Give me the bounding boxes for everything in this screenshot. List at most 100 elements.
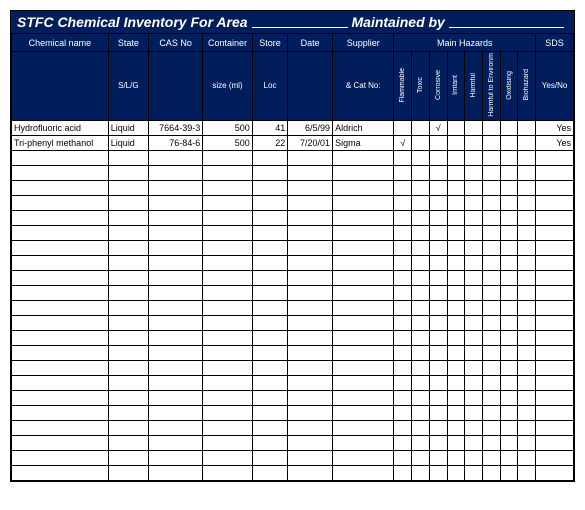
cell-sds xyxy=(536,375,574,390)
title-left: STFC Chemical Inventory For Area xyxy=(17,14,248,30)
cell-haz-1 xyxy=(412,330,430,345)
cell-size: 500 xyxy=(203,120,253,135)
cell-haz-0 xyxy=(394,390,412,405)
cell-haz-7 xyxy=(518,255,536,270)
cell-haz-2 xyxy=(429,165,447,180)
cell-date xyxy=(288,390,333,405)
cell-haz-7 xyxy=(518,390,536,405)
hdr2-haz-4: Harmful xyxy=(465,52,483,121)
cell-supplier xyxy=(333,255,394,270)
cell-haz-7 xyxy=(518,330,536,345)
cell-haz-6 xyxy=(500,315,518,330)
cell-haz-4 xyxy=(465,255,483,270)
cell-name xyxy=(12,195,109,210)
cell-haz-3 xyxy=(447,255,465,270)
cell-haz-3 xyxy=(447,345,465,360)
cell-haz-0 xyxy=(394,255,412,270)
hdr2-state: S/L/G xyxy=(108,52,148,121)
cell-haz-6 xyxy=(500,375,518,390)
cell-cas xyxy=(148,450,202,465)
cell-haz-7 xyxy=(518,345,536,360)
cell-date xyxy=(288,255,333,270)
cell-haz-3 xyxy=(447,285,465,300)
cell-size xyxy=(203,240,253,255)
title-bar: STFC Chemical Inventory For Area Maintai… xyxy=(11,11,574,33)
cell-cas xyxy=(148,345,202,360)
cell-date xyxy=(288,285,333,300)
cell-haz-1 xyxy=(412,345,430,360)
cell-loc xyxy=(252,345,287,360)
hdr-supplier: Supplier xyxy=(333,34,394,52)
cell-haz-3 xyxy=(447,225,465,240)
table-row xyxy=(12,435,574,450)
cell-sds xyxy=(536,435,574,450)
table-row xyxy=(12,150,574,165)
cell-size xyxy=(203,165,253,180)
cell-haz-2 xyxy=(429,450,447,465)
cell-haz-7 xyxy=(518,165,536,180)
cell-haz-0 xyxy=(394,120,412,135)
cell-haz-0 xyxy=(394,420,412,435)
cell-state xyxy=(108,375,148,390)
table-row xyxy=(12,180,574,195)
cell-state xyxy=(108,345,148,360)
cell-haz-0 xyxy=(394,375,412,390)
cell-supplier xyxy=(333,360,394,375)
cell-sds xyxy=(536,360,574,375)
cell-state xyxy=(108,165,148,180)
cell-name xyxy=(12,300,109,315)
cell-haz-4 xyxy=(465,285,483,300)
cell-sds xyxy=(536,165,574,180)
cell-haz-2 xyxy=(429,150,447,165)
table-row xyxy=(12,345,574,360)
cell-haz-0 xyxy=(394,330,412,345)
cell-date xyxy=(288,465,333,480)
cell-size xyxy=(203,435,253,450)
cell-date xyxy=(288,330,333,345)
maintained-blank-line xyxy=(449,14,564,28)
cell-haz-6 xyxy=(500,165,518,180)
table-row xyxy=(12,285,574,300)
cell-haz-2 xyxy=(429,360,447,375)
cell-haz-5 xyxy=(482,375,500,390)
cell-haz-7 xyxy=(518,300,536,315)
cell-size xyxy=(203,465,253,480)
cell-cas xyxy=(148,315,202,330)
cell-haz-4 xyxy=(465,225,483,240)
cell-haz-0 xyxy=(394,210,412,225)
cell-sds xyxy=(536,210,574,225)
cell-size xyxy=(203,375,253,390)
cell-sds: Yes xyxy=(536,120,574,135)
cell-supplier xyxy=(333,390,394,405)
cell-size xyxy=(203,195,253,210)
cell-haz-4 xyxy=(465,450,483,465)
cell-loc xyxy=(252,315,287,330)
cell-haz-5 xyxy=(482,255,500,270)
cell-date xyxy=(288,375,333,390)
cell-haz-5 xyxy=(482,195,500,210)
cell-loc xyxy=(252,240,287,255)
hdr2-haz-2: Corrosive xyxy=(429,52,447,121)
hdr2-supplier: & Cat No: xyxy=(333,52,394,121)
cell-cas xyxy=(148,360,202,375)
cell-state xyxy=(108,300,148,315)
cell-haz-1 xyxy=(412,180,430,195)
cell-haz-0 xyxy=(394,165,412,180)
cell-name xyxy=(12,375,109,390)
cell-haz-4 xyxy=(465,360,483,375)
cell-loc xyxy=(252,465,287,480)
cell-haz-0 xyxy=(394,270,412,285)
cell-size xyxy=(203,255,253,270)
cell-haz-2 xyxy=(429,315,447,330)
cell-name xyxy=(12,150,109,165)
cell-haz-2 xyxy=(429,345,447,360)
cell-sds xyxy=(536,285,574,300)
cell-haz-3 xyxy=(447,420,465,435)
cell-sds xyxy=(536,315,574,330)
cell-loc xyxy=(252,375,287,390)
cell-name xyxy=(12,180,109,195)
cell-haz-2 xyxy=(429,375,447,390)
cell-haz-3 xyxy=(447,465,465,480)
cell-date xyxy=(288,165,333,180)
cell-haz-6 xyxy=(500,180,518,195)
